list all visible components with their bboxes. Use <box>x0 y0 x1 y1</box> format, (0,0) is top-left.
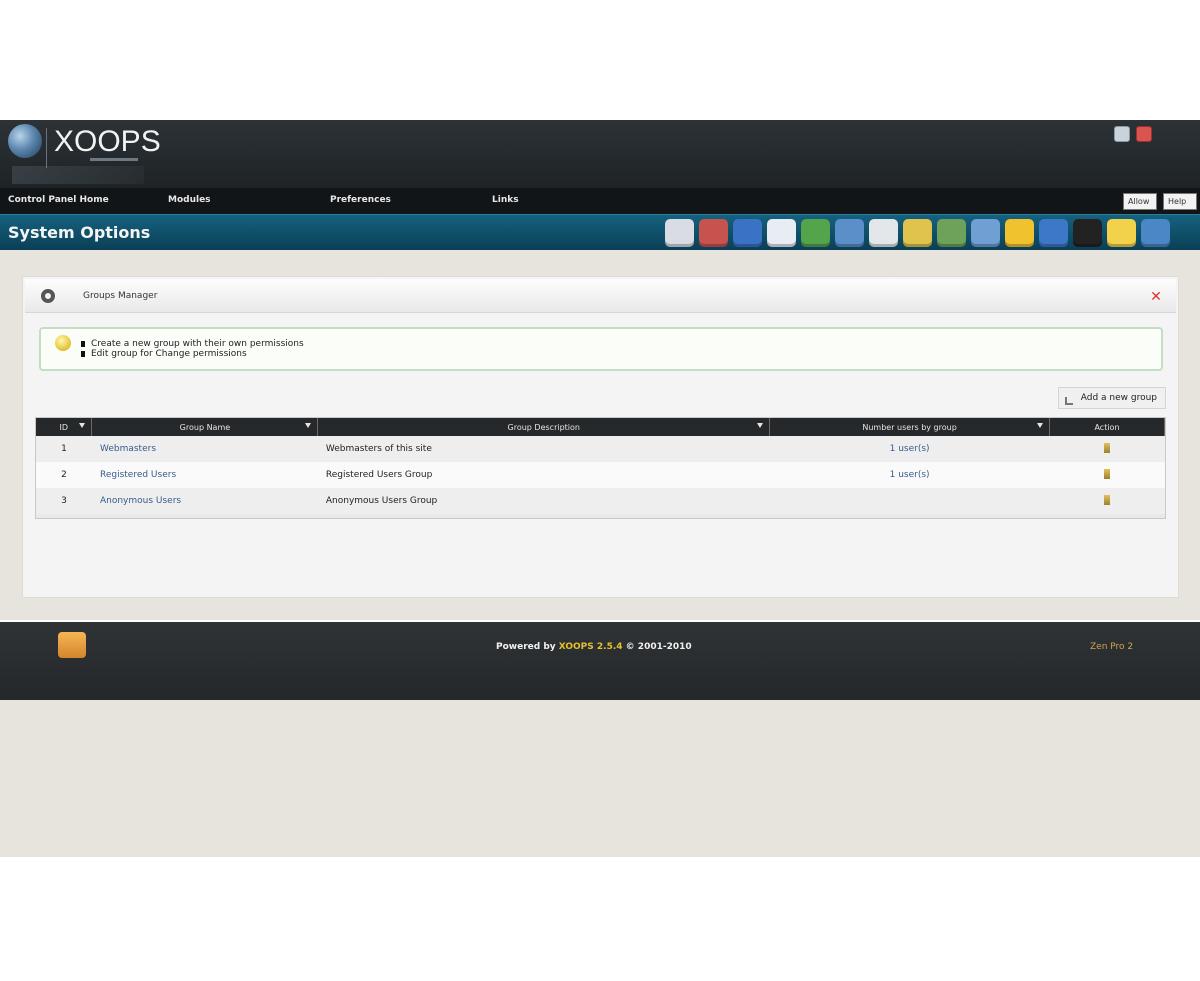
globe-icon <box>8 124 42 158</box>
powered-by-label: Powered by <box>496 642 556 652</box>
edit-icon[interactable] <box>1104 494 1110 505</box>
toolbar-icon[interactable] <box>801 219 830 247</box>
logo-divider <box>46 128 47 168</box>
tip-item: Create a new group with their own permis… <box>81 339 304 349</box>
edit-icon[interactable] <box>1104 468 1110 479</box>
help-button[interactable]: Help <box>1163 193 1197 210</box>
footer-logo-icon[interactable] <box>58 632 86 658</box>
top-menu: Control Panel Home Modules Preferences L… <box>0 188 1200 214</box>
xoops-version-link[interactable]: XOOPS 2.5.4 <box>559 642 623 652</box>
col-header-id-label: ID <box>59 422 68 432</box>
cell-action <box>1049 436 1165 462</box>
admin-window: XOOPS Control Panel Home Modules Prefere… <box>0 120 1200 857</box>
panel-header: Groups Manager ✕ <box>25 279 1176 313</box>
tip-text: Create a new group with their own permis… <box>91 339 304 349</box>
close-icon[interactable]: ✕ <box>1148 289 1164 305</box>
user-count-link[interactable]: 1 user(s) <box>769 462 1050 488</box>
cell-description: Webmasters of this site <box>317 436 770 462</box>
menu-control-panel[interactable]: Control Panel Home <box>8 195 109 205</box>
table-row: 3 Anonymous Users Anonymous Users Group <box>36 488 1165 514</box>
toolbar-icon[interactable] <box>903 219 932 247</box>
allow-button[interactable]: Allow <box>1123 193 1157 210</box>
cell-action <box>1049 488 1165 514</box>
page-title: System Options <box>8 223 151 242</box>
edit-icon[interactable] <box>1104 442 1110 453</box>
group-name-link[interactable]: Registered Users <box>91 462 318 488</box>
toolbar-icon[interactable] <box>1073 219 1102 247</box>
tips-list: Create a new group with their own permis… <box>81 339 304 359</box>
toolbar-icon[interactable] <box>1107 219 1136 247</box>
logo-reflection <box>12 166 144 184</box>
groups-table-wrap: ID Group Name Group Description Number u… <box>35 417 1166 519</box>
menu-preferences[interactable]: Preferences <box>330 195 391 205</box>
bullet-icon <box>81 341 85 347</box>
col-header-description-label: Group Description <box>507 422 580 432</box>
toolbar-icon[interactable] <box>699 219 728 247</box>
toolbar-icon[interactable] <box>835 219 864 247</box>
col-header-count[interactable]: Number users by group <box>769 418 1051 436</box>
toolbar-icon[interactable] <box>1005 219 1034 247</box>
group-name-link[interactable]: Anonymous Users <box>91 488 318 514</box>
gear-icon <box>41 289 55 303</box>
add-icon <box>1064 397 1073 405</box>
col-header-name[interactable]: Group Name <box>91 418 319 436</box>
toolbar-icon[interactable] <box>1141 219 1170 247</box>
add-group-label: Add a new group <box>1080 393 1157 403</box>
col-header-description[interactable]: Group Description <box>317 418 771 436</box>
section-titlebar: System Options <box>0 214 1200 250</box>
groups-table: ID Group Name Group Description Number u… <box>36 418 1165 514</box>
col-header-id[interactable]: ID <box>36 418 93 436</box>
lightbulb-icon <box>55 335 71 351</box>
cell-id: 1 <box>36 436 92 462</box>
table-row: 2 Registered Users Registered Users Grou… <box>36 462 1165 488</box>
site-header: XOOPS <box>0 120 1200 188</box>
menu-links[interactable]: Links <box>492 195 519 205</box>
sort-icon[interactable] <box>79 423 86 428</box>
bullet-icon <box>81 351 85 357</box>
flag-icon[interactable] <box>1136 126 1152 142</box>
sort-icon[interactable] <box>305 423 312 428</box>
groups-panel: Groups Manager ✕ Create a new group with… <box>22 276 1179 598</box>
tip-text: Edit group for Change permissions <box>91 349 247 359</box>
col-header-action-label: Action <box>1094 422 1120 432</box>
system-toolbar <box>665 219 1170 247</box>
table-header-row: ID Group Name Group Description Number u… <box>36 418 1165 436</box>
sort-icon[interactable] <box>1037 423 1044 428</box>
toolbar-icon[interactable] <box>971 219 1000 247</box>
copyright-text: © 2001-2010 <box>625 642 692 652</box>
tip-item: Edit group for Change permissions <box>81 349 304 359</box>
cell-description: Anonymous Users Group <box>317 488 770 514</box>
col-header-name-label: Group Name <box>179 422 231 432</box>
header-icons <box>1114 126 1152 142</box>
col-header-count-label: Number users by group <box>862 422 957 432</box>
toolbar-icon[interactable] <box>869 219 898 247</box>
add-group-button[interactable]: Add a new group <box>1057 387 1166 409</box>
theme-link[interactable]: Zen Pro 2 <box>1090 642 1133 652</box>
toolbar-icon[interactable] <box>1039 219 1068 247</box>
logo-underline <box>90 158 138 161</box>
cell-id: 3 <box>36 488 92 514</box>
toolbar-icon[interactable] <box>937 219 966 247</box>
toolbar-icon[interactable] <box>767 219 796 247</box>
cell-description: Registered Users Group <box>317 462 770 488</box>
table-row: 1 Webmasters Webmasters of this site 1 u… <box>36 436 1165 462</box>
toolbar-icon[interactable] <box>665 219 694 247</box>
group-name-link[interactable]: Webmasters <box>91 436 318 462</box>
language-icon[interactable] <box>1114 126 1130 142</box>
col-header-action: Action <box>1049 418 1165 436</box>
sort-icon[interactable] <box>757 423 764 428</box>
site-footer: Powered by XOOPS 2.5.4 © 2001-2010 Zen P… <box>0 620 1200 700</box>
cell-action <box>1049 462 1165 488</box>
panel-title: Groups Manager <box>83 291 158 301</box>
toolbar-icon[interactable] <box>733 219 762 247</box>
footer-credits: Powered by XOOPS 2.5.4 © 2001-2010 <box>496 642 692 652</box>
user-count-link[interactable] <box>769 488 1050 514</box>
tips-box: Create a new group with their own permis… <box>39 327 1163 371</box>
menu-modules[interactable]: Modules <box>168 195 211 205</box>
xoops-logo[interactable]: XOOPS <box>54 124 161 160</box>
cell-id: 2 <box>36 462 92 488</box>
user-count-link[interactable]: 1 user(s) <box>769 436 1050 462</box>
